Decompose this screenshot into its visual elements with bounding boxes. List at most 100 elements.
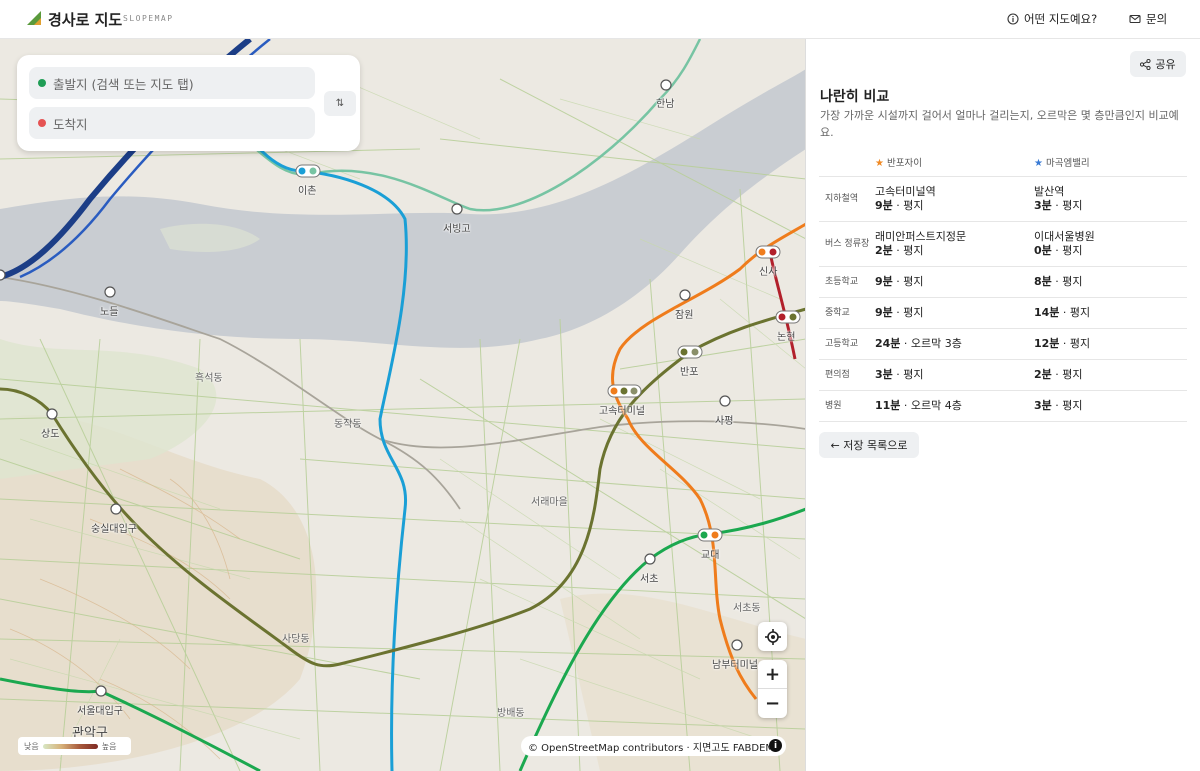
walk-summary: 3분 · 평지 bbox=[1034, 199, 1187, 213]
slope-map[interactable]: 한남 이촌 서빙고 노들 흑석동 동작동 잠원 반포 신사 논현 고속터미널 사… bbox=[0, 39, 806, 771]
slope-info: · 평지 bbox=[1059, 336, 1091, 350]
station-label: 잠원 bbox=[675, 310, 694, 321]
destination-input[interactable]: 도착지 bbox=[29, 107, 315, 139]
walk-minutes: 12분 bbox=[1034, 336, 1060, 350]
walk-minutes: 9분 bbox=[875, 274, 893, 288]
walk-minutes: 2분 bbox=[875, 243, 893, 257]
legend-low-label: 낮음 bbox=[24, 741, 39, 751]
row-category: 고등학교 bbox=[819, 328, 875, 360]
walk-minutes: 0분 bbox=[1034, 243, 1052, 257]
facility-name: 고속터미널역 bbox=[875, 184, 936, 198]
origin-input[interactable]: 출발지 (검색 또는 지도 탭) bbox=[29, 67, 315, 99]
comparison-table: ★ 반포자이 ★ 마곡엠밸리 지하철역 고속터미널역 9분 · 평지 발산역 3분 · 평지… bbox=[819, 149, 1187, 422]
route-search-card: 출발지 (검색 또는 지도 탭) 도착지 ⇅ bbox=[17, 55, 360, 151]
station-label: 노들 bbox=[100, 307, 119, 318]
slope-info: · 평지 bbox=[1051, 243, 1083, 257]
star-icon: ★ bbox=[875, 158, 884, 170]
about-link[interactable]: 어떤 지도예요? bbox=[1007, 11, 1097, 27]
station-label: 한남 bbox=[656, 99, 675, 110]
slope-info: · 평지 bbox=[1051, 398, 1083, 412]
place-b-name: 마곡엠밸리 bbox=[1045, 158, 1090, 170]
walk-minutes: 11분 bbox=[875, 398, 901, 412]
share-label: 공유 bbox=[1155, 58, 1176, 71]
about-link-label: 어떤 지도예요? bbox=[1024, 12, 1098, 26]
row-category: 버스 정류장 bbox=[819, 221, 875, 267]
walk-summary: 9분 · 평지 bbox=[875, 306, 1034, 320]
place-a-cell: 9분 · 평지 bbox=[875, 266, 1034, 298]
slope-logo-icon bbox=[27, 11, 41, 25]
brand-subtitle: SLOPEMAP bbox=[123, 14, 174, 23]
area-label: 방배동 bbox=[497, 708, 525, 719]
table-row: 고등학교 24분 · 오르막 3층 12분 · 평지 bbox=[819, 328, 1187, 360]
place-b-cell: 발산역 3분 · 평지 bbox=[1034, 176, 1187, 222]
walk-summary: 14분 · 평지 bbox=[1034, 306, 1187, 320]
zoom-out-button[interactable]: − bbox=[758, 689, 787, 718]
slope-info: · 오르막 4층 bbox=[900, 398, 962, 412]
zoom-in-button[interactable]: + bbox=[758, 660, 787, 689]
table-row: 편의점 3분 · 평지 2분 · 평지 bbox=[819, 359, 1187, 391]
legend-gradient bbox=[42, 743, 98, 749]
walk-summary: 11분 · 오르막 4층 bbox=[875, 399, 1034, 413]
walk-minutes: 24분 bbox=[875, 336, 901, 350]
area-label: 흑석동 bbox=[195, 373, 223, 384]
station-label: 고속터미널 bbox=[599, 406, 645, 417]
place-b-cell: 2분 · 평지 bbox=[1034, 359, 1187, 391]
slope-info: · 평지 bbox=[1051, 198, 1083, 212]
station-label: 상도 bbox=[41, 429, 60, 440]
map-attribution: © OpenStreetMap contributors · 지면고도 FABD… bbox=[521, 736, 786, 756]
slope-info: · 평지 bbox=[1051, 274, 1083, 288]
walk-summary: 0분 · 평지 bbox=[1034, 244, 1187, 258]
slope-info: · 평지 bbox=[892, 243, 924, 257]
slope-info: · 평지 bbox=[892, 274, 924, 288]
place-a-header: ★ 반포자이 bbox=[875, 149, 1034, 177]
area-label: 서초동 bbox=[733, 603, 761, 614]
slope-info: · 평지 bbox=[892, 305, 924, 319]
swap-button[interactable]: ⇅ bbox=[324, 91, 356, 116]
contact-link-label: 문의 bbox=[1146, 12, 1168, 26]
station-label: 서빙고 bbox=[443, 224, 471, 235]
place-a-cell: 래미안퍼스트지정문 2분 · 평지 bbox=[875, 221, 1034, 267]
destination-placeholder: 도착지 bbox=[53, 116, 88, 132]
panel-description: 가장 가까운 시설까지 걸어서 얼마나 걸리는지, 오르막은 몇 층만큼인지 비… bbox=[820, 109, 1179, 139]
panel-title: 나란히 비교 bbox=[820, 89, 890, 105]
station-label: 이촌 bbox=[298, 186, 317, 197]
info-icon[interactable]: i bbox=[769, 739, 782, 752]
area-label: 서래마을 bbox=[531, 497, 568, 508]
back-to-saved-button[interactable]: ← 저장 목록으로 bbox=[819, 432, 919, 458]
contact-link[interactable]: 문의 bbox=[1129, 11, 1167, 27]
walk-minutes: 9분 bbox=[875, 305, 893, 319]
slope-info: · 평지 bbox=[1051, 367, 1083, 381]
table-row: 중학교 9분 · 평지 14분 · 평지 bbox=[819, 297, 1187, 329]
area-label: 사당동 bbox=[282, 634, 310, 645]
walk-minutes: 9분 bbox=[875, 198, 893, 212]
walk-summary: 9분 · 평지 bbox=[875, 275, 1034, 289]
place-a-name: 반포자이 bbox=[886, 158, 922, 170]
table-header-row: ★ 반포자이 ★ 마곡엠밸리 bbox=[819, 149, 1187, 177]
walk-summary: 8분 · 평지 bbox=[1034, 275, 1187, 289]
station-label: 숭실대입구 bbox=[91, 524, 137, 535]
attribution-text[interactable]: © OpenStreetMap contributors · 지면고도 FABD… bbox=[528, 739, 774, 754]
brand-title[interactable]: 경사로 지도 bbox=[48, 9, 122, 30]
place-b-header: ★ 마곡엠밸리 bbox=[1034, 149, 1187, 177]
walk-summary: 3분 · 평지 bbox=[875, 368, 1034, 382]
slope-info: · 평지 bbox=[892, 198, 924, 212]
elevation-legend: 낮음 높음 bbox=[18, 737, 131, 755]
walk-minutes: 14분 bbox=[1034, 305, 1060, 319]
share-button[interactable]: 공유 bbox=[1130, 51, 1186, 77]
place-b-cell: 12분 · 평지 bbox=[1034, 328, 1187, 360]
station-label: 교대 bbox=[701, 550, 720, 561]
crosshair-icon bbox=[764, 628, 781, 645]
facility-name: 이대서울병원 bbox=[1034, 229, 1095, 243]
locate-button[interactable] bbox=[758, 622, 787, 651]
place-b-cell: 8분 · 평지 bbox=[1034, 266, 1187, 298]
walk-summary: 24분 · 오르막 3층 bbox=[875, 337, 1034, 351]
place-a-cell: 9분 · 평지 bbox=[875, 297, 1034, 329]
slope-info: · 오르막 3층 bbox=[900, 336, 962, 350]
walk-summary: 2분 · 평지 bbox=[875, 244, 1034, 258]
row-category: 지하철역 bbox=[819, 176, 875, 222]
row-category: 초등학교 bbox=[819, 266, 875, 298]
walk-summary: 2분 · 평지 bbox=[1034, 368, 1187, 382]
walk-minutes: 3분 bbox=[875, 367, 893, 381]
row-category: 병원 bbox=[819, 390, 875, 422]
walk-minutes: 3분 bbox=[1034, 398, 1052, 412]
